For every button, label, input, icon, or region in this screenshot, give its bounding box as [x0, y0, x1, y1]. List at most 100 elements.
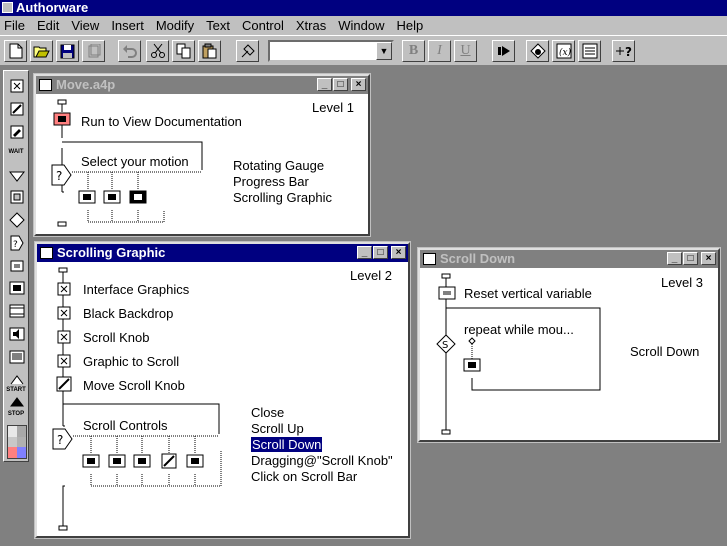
branch-title[interactable]: Close: [251, 405, 284, 420]
menu-xtras[interactable]: Xtras: [290, 16, 332, 35]
branch-title[interactable]: Scroll Up: [251, 421, 304, 436]
start-flag-icon[interactable]: [8, 371, 25, 388]
navigate-icon[interactable]: [8, 167, 25, 184]
branch-title[interactable]: Rotating Gauge: [233, 158, 324, 173]
icon-title[interactable]: Reset vertical variable: [464, 286, 592, 301]
copy-button[interactable]: [172, 40, 195, 62]
color-swatch[interactable]: [17, 426, 26, 437]
move-window-titlebar[interactable]: Move.a4p _ □ ×: [36, 76, 368, 94]
new-button[interactable]: [4, 40, 27, 62]
branch-title-selected[interactable]: Scroll Down: [251, 437, 323, 452]
menu-control[interactable]: Control: [236, 16, 290, 35]
animation-icon[interactable]: [161, 453, 177, 469]
map-icon[interactable]: [129, 190, 147, 204]
icon-title[interactable]: Graphic to Scroll: [83, 354, 179, 369]
interaction-icon[interactable]: ?: [52, 428, 74, 450]
branch-title[interactable]: Scrolling Graphic: [233, 190, 332, 205]
display-icon[interactable]: [8, 77, 25, 94]
menu-insert[interactable]: Insert: [105, 16, 150, 35]
calculation-icon[interactable]: [8, 257, 25, 274]
interaction-icon[interactable]: ?: [51, 164, 73, 186]
stop-flag-icon[interactable]: [8, 393, 25, 410]
close-button[interactable]: ×: [701, 252, 716, 265]
minimize-button[interactable]: _: [317, 78, 332, 91]
menu-help[interactable]: Help: [390, 16, 429, 35]
scroll-down-flowline-area[interactable]: Reset vertical variable S repeat while m…: [420, 268, 718, 440]
bold-button[interactable]: B: [402, 40, 425, 62]
color-swatch[interactable]: [8, 426, 17, 437]
branch-title[interactable]: Dragging@"Scroll Knob": [251, 453, 393, 468]
control-panel-button[interactable]: [526, 40, 549, 62]
icon-title[interactable]: Scroll Controls: [83, 418, 168, 433]
close-button[interactable]: ×: [391, 246, 406, 259]
display-icon[interactable]: [57, 306, 71, 320]
menu-view[interactable]: View: [65, 16, 105, 35]
cut-button[interactable]: [146, 40, 169, 62]
map-icon[interactable]: [8, 279, 25, 296]
context-help-button[interactable]: ?: [612, 40, 635, 62]
dropdown-arrow-icon[interactable]: ▼: [376, 42, 392, 60]
icon-title[interactable]: Scroll Knob: [83, 330, 149, 345]
map-icon[interactable]: [103, 190, 121, 204]
scrolling-window-titlebar[interactable]: Scrolling Graphic _ □ ×: [37, 244, 408, 262]
color-swatch[interactable]: [17, 447, 26, 458]
branch-title[interactable]: Scroll Down: [630, 344, 699, 359]
branch-title[interactable]: Progress Bar: [233, 174, 309, 189]
variables-button[interactable]: [578, 40, 601, 62]
movie-icon[interactable]: [8, 302, 25, 319]
color-swatch[interactable]: [8, 436, 17, 448]
library-button[interactable]: [82, 40, 105, 62]
maximize-button[interactable]: □: [373, 246, 388, 259]
display-icon[interactable]: [57, 330, 71, 344]
calculation-icon[interactable]: [438, 286, 456, 300]
icon-title[interactable]: Move Scroll Knob: [83, 378, 185, 393]
branch-title[interactable]: Click on Scroll Bar: [251, 469, 357, 484]
app-icon[interactable]: [2, 2, 13, 13]
display-icon[interactable]: [57, 282, 71, 296]
minimize-button[interactable]: _: [357, 246, 372, 259]
menu-edit[interactable]: Edit: [31, 16, 65, 35]
text-style-select[interactable]: ▼: [268, 40, 394, 62]
erase-icon[interactable]: [8, 123, 25, 140]
find-button[interactable]: [236, 40, 259, 62]
icon-title[interactable]: Interface Graphics: [83, 282, 189, 297]
icon-title[interactable]: Black Backdrop: [83, 306, 173, 321]
functions-button[interactable]: (x): [552, 40, 575, 62]
framework-icon[interactable]: [8, 188, 25, 205]
menu-file[interactable]: File: [0, 16, 31, 35]
map-icon[interactable]: [78, 190, 96, 204]
map-icon[interactable]: [186, 454, 204, 468]
video-icon[interactable]: [8, 348, 25, 365]
menu-text[interactable]: Text: [200, 16, 236, 35]
scroll-down-window-titlebar[interactable]: Scroll Down _ □ ×: [420, 250, 718, 268]
decision-icon[interactable]: [8, 211, 25, 228]
maximize-button[interactable]: □: [683, 252, 698, 265]
map-icon[interactable]: [133, 454, 151, 468]
menu-modify[interactable]: Modify: [150, 16, 200, 35]
underline-button[interactable]: U: [454, 40, 477, 62]
decision-icon[interactable]: S: [436, 334, 456, 354]
map-icon[interactable]: [463, 358, 481, 372]
save-button[interactable]: [56, 40, 79, 62]
close-button[interactable]: ×: [351, 78, 366, 91]
wait-icon[interactable]: WAIT: [4, 149, 28, 155]
menu-window[interactable]: Window: [332, 16, 390, 35]
scrolling-flowline-area[interactable]: Interface Graphics Black Backdrop Scroll…: [37, 262, 408, 536]
map-icon[interactable]: [82, 454, 100, 468]
color-swatch[interactable]: [17, 436, 26, 448]
color-swatch[interactable]: [8, 447, 17, 458]
icon-title[interactable]: Run to View Documentation: [81, 114, 242, 129]
icon-title[interactable]: repeat while mou...: [464, 322, 574, 337]
icon-color-palette[interactable]: [7, 425, 27, 459]
icon-title[interactable]: Select your motion: [81, 154, 189, 169]
map-icon[interactable]: [53, 112, 71, 126]
italic-button[interactable]: I: [428, 40, 451, 62]
maximize-button[interactable]: □: [333, 78, 348, 91]
interaction-icon[interactable]: ?: [8, 234, 25, 251]
display-icon[interactable]: [57, 354, 71, 368]
undo-button[interactable]: [118, 40, 141, 62]
map-icon[interactable]: [108, 454, 126, 468]
restart-button[interactable]: [492, 40, 515, 62]
minimize-button[interactable]: _: [667, 252, 682, 265]
open-button[interactable]: [30, 40, 53, 62]
